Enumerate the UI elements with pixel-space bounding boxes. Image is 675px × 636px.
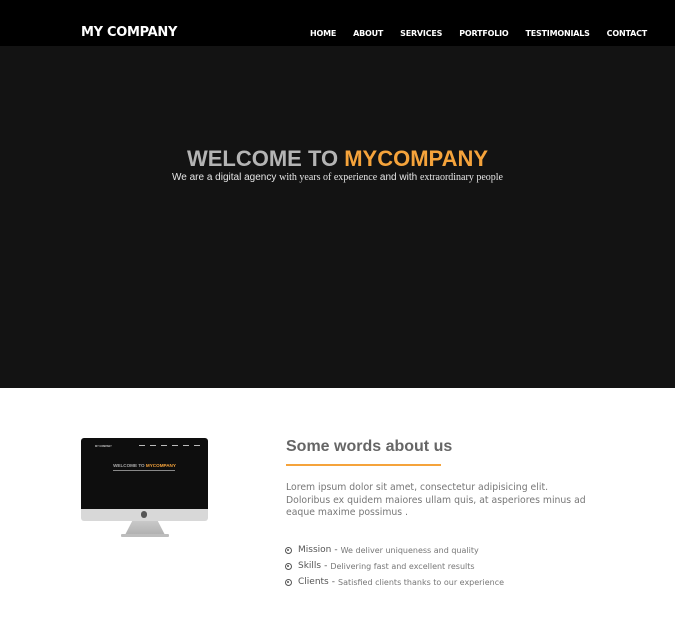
nav-item-contact: CONTACT <box>590 29 648 38</box>
feature-item-skills: Skills - Delivering fast and excellent r… <box>285 558 504 574</box>
nav-link-portfolio[interactable]: PORTFOLIO <box>459 29 508 38</box>
nav-item-home: HOME <box>293 29 336 38</box>
nav-link-services[interactable]: SERVICES <box>400 29 442 38</box>
feature-description: Delivering fast and excellent results <box>330 561 475 571</box>
feature-separator: - <box>324 561 328 571</box>
about-title-underline <box>286 464 441 466</box>
about-title: Some words about us <box>286 438 453 455</box>
monitor-screen-subtitle-line <box>113 470 175 471</box>
nav-link-contact[interactable]: CONTACT <box>607 29 648 38</box>
feature-separator: - <box>331 577 335 587</box>
monitor-stand-base <box>121 534 169 537</box>
monitor-screen-title-welcome: WELCOME TO <box>113 463 146 468</box>
nav-item-portfolio: PORTFOLIO <box>442 29 508 38</box>
nav-item-about: ABOUT <box>336 29 383 38</box>
hero-subtitle-part3: and with <box>377 172 420 183</box>
feature-item-mission: Mission - We deliver uniqueness and qual… <box>285 542 504 558</box>
feature-separator: - <box>334 545 338 555</box>
monitor-screen-nav-item <box>150 445 156 446</box>
monitor-screen-title: WELCOME TO MYCOMPANY <box>81 463 208 468</box>
nav-item-testimonials: TESTIMONIALS <box>508 29 589 38</box>
monitor-stand <box>125 521 165 535</box>
nav-link-testimonials[interactable]: TESTIMONIALS <box>525 29 589 38</box>
about-text: Lorem ipsum dolor sit amet, consectetur … <box>286 482 586 518</box>
brand-logo[interactable]: MY COMPANY <box>81 25 177 40</box>
nav-link-home[interactable]: HOME <box>310 29 336 38</box>
feature-description: We deliver uniqueness and quality <box>340 545 479 555</box>
main-nav: HOME ABOUT SERVICES PORTFOLIO TESTIMONIA… <box>293 29 647 38</box>
monitor-screen: MY COMPANY WELCOME TO MYCOMPANY <box>81 438 208 509</box>
hero-subtitle-part2: with years of experience <box>279 172 378 183</box>
feature-item-clients: Clients - Satisfied clients thanks to ou… <box>285 574 504 590</box>
hero-title-welcome: WELCOME TO <box>186 146 345 171</box>
monitor-screen-nav-item <box>183 445 189 446</box>
hero-title-company: MYCOMPANY <box>344 146 489 171</box>
hero-title: WELCOME TO MYCOMPANY <box>0 146 675 172</box>
feature-name: Mission <box>298 545 332 555</box>
monitor-screen-nav <box>139 445 200 446</box>
apple-icon <box>141 511 147 518</box>
circle-dot-icon <box>285 562 292 570</box>
feature-description: Satisfied clients thanks to our experien… <box>338 577 505 587</box>
monitor-screen-nav-item <box>172 445 178 446</box>
nav-link-about[interactable]: ABOUT <box>353 29 383 38</box>
hero-section: WELCOME TO MYCOMPANY We are a digital ag… <box>0 46 675 388</box>
hero-subtitle-part1: We are a digital agency <box>172 172 280 183</box>
hero-subtitle: We are a digital agency with years of ex… <box>0 172 675 183</box>
monitor-screen-title-company: MYCOMPANY <box>145 463 176 468</box>
feature-name: Skills <box>298 561 322 571</box>
about-section: MY COMPANY WELCOME TO MYCOMPANY Some wor… <box>0 388 675 636</box>
monitor-screen-nav-item <box>139 445 145 446</box>
navbar: MY COMPANY HOME ABOUT SERVICES PORTFOLIO… <box>0 0 675 46</box>
circle-dot-icon <box>285 578 292 586</box>
monitor-chin <box>81 509 208 521</box>
nav-item-services: SERVICES <box>383 29 442 38</box>
hero-subtitle-part4: extraordinary people <box>419 172 503 183</box>
monitor-screen-nav-item <box>161 445 167 446</box>
circle-dot-icon <box>285 546 292 554</box>
monitor-image: MY COMPANY WELCOME TO MYCOMPANY <box>81 438 208 542</box>
monitor-screen-nav-item <box>194 445 200 446</box>
feature-list: Mission - We deliver uniqueness and qual… <box>285 542 504 590</box>
feature-name: Clients <box>298 577 329 587</box>
monitor-screen-brand: MY COMPANY <box>95 445 112 448</box>
